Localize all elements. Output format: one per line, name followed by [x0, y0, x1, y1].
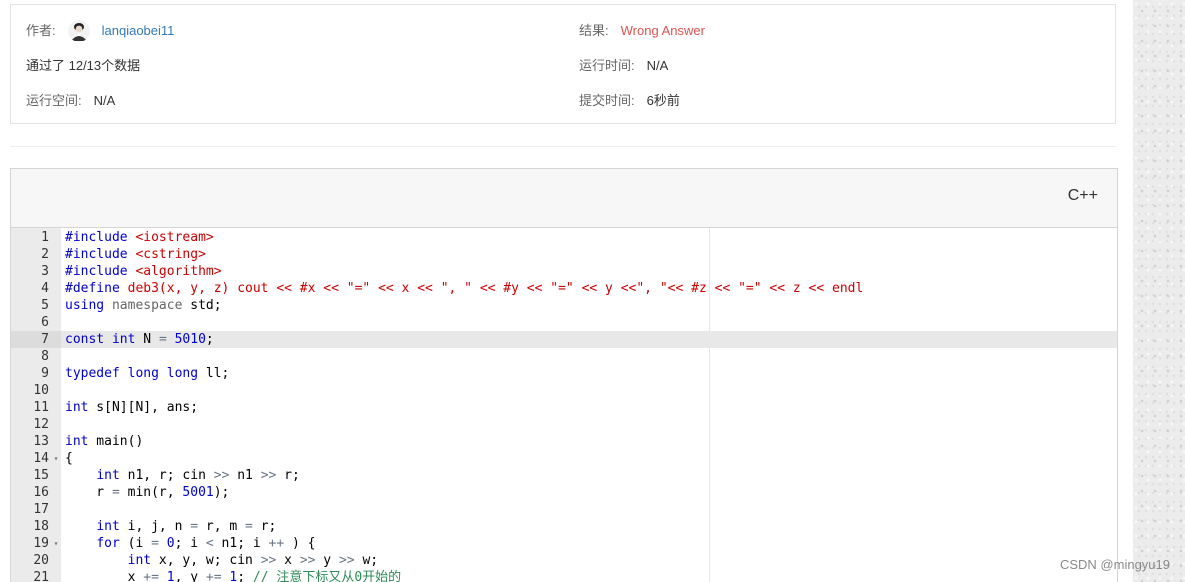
code-line: 5 using namespace std;	[11, 297, 1117, 314]
code-text: {	[65, 451, 73, 466]
submit-time-cell: 提交时间: 6秒前	[579, 89, 680, 113]
submission-info-panel: 作者: lanqiaobei11 结果: Wrong Answer 通过了 12…	[10, 4, 1116, 124]
line-number: 20	[33, 553, 49, 568]
code-text: int i, j, n = r, m = r;	[96, 519, 277, 534]
code-line: 7 const int N = 5010;	[11, 331, 1117, 348]
code-line: 11 int s[N][N], ans;	[11, 399, 1117, 416]
code-line: 3 #include <algorithm>	[11, 263, 1117, 280]
line-number: 8	[41, 349, 49, 364]
line-number: 15	[33, 468, 49, 483]
code-panel-header: C++	[11, 169, 1117, 228]
line-number: 4	[41, 281, 49, 296]
code-line: 9 typedef long long ll;	[11, 365, 1117, 382]
code-text: int n1, r; cin >> n1 >> r;	[96, 468, 300, 483]
line-number: 3	[41, 264, 49, 279]
passed-cell: 通过了 12/13个数据	[26, 54, 140, 78]
memory-value: N/A	[93, 93, 116, 108]
code-editor[interactable]: 1 #include <iostream> 2 #include <cstring> 3…	[11, 228, 1117, 582]
code-text: for (i = 0; i < n1; i ++ ) {	[96, 536, 316, 551]
code-line: 12	[11, 416, 1117, 433]
code-line: 19 ▾ for (i = 0; i < n1; i ++ ) {	[11, 535, 1117, 552]
code-line: 8	[11, 348, 1117, 365]
line-number: 10	[33, 383, 49, 398]
code-line: 10	[11, 382, 1117, 399]
result-status: Wrong Answer	[620, 23, 705, 38]
code-text: int s[N][N], ans;	[65, 400, 199, 415]
result-label: 结果:	[579, 23, 609, 38]
runtime-value: N/A	[646, 58, 669, 73]
line-number: 6	[41, 315, 49, 330]
code-line: 6	[11, 314, 1117, 331]
code-line: 17	[11, 501, 1117, 518]
author-name-link[interactable]: lanqiaobei11	[102, 19, 175, 43]
code-text: using namespace std;	[65, 298, 222, 313]
code-text: int main()	[65, 434, 144, 449]
code-text: int x, y, w; cin >> x >> y >> w;	[127, 553, 379, 568]
code-line: 4 #define deb3(x, y, z) cout << #x << "="…	[11, 280, 1117, 297]
author-cell: 作者: lanqiaobei11	[26, 19, 174, 43]
language-label: C++	[1067, 187, 1098, 204]
code-text: #include <cstring>	[65, 247, 206, 262]
code-lines: 1 #include <iostream> 2 #include <cstring> 3…	[11, 229, 1117, 582]
memory-label: 运行空间:	[26, 93, 82, 108]
line-number: 17	[33, 502, 49, 517]
memory-cell: 运行空间: N/A	[26, 89, 115, 113]
side-background-strip	[1133, 0, 1185, 582]
line-number: 13	[33, 434, 49, 449]
submit-time-label: 提交时间:	[579, 93, 635, 108]
code-text: #include <algorithm>	[65, 264, 222, 279]
code-text: #include <iostream>	[65, 230, 214, 245]
code-line: 2 #include <cstring>	[11, 246, 1117, 263]
code-line: 15 int n1, r; cin >> n1 >> r;	[11, 467, 1117, 484]
submission-page: 作者: lanqiaobei11 结果: Wrong Answer 通过了 12…	[0, 0, 1185, 582]
runtime-cell: 运行时间: N/A	[579, 54, 668, 78]
submit-time-value: 6秒前	[646, 93, 680, 108]
code-panel: C++ 1 #include <iostream> 2 #include <cstri…	[10, 168, 1118, 582]
code-line: 21 x += 1, y += 1; // 注意下标又从0开始的	[11, 569, 1117, 582]
passed-count: 通过了 12/13个数据	[26, 58, 141, 73]
line-number: 5	[41, 298, 49, 313]
info-row-1: 作者: lanqiaobei11 结果: Wrong Answer	[11, 19, 1115, 43]
line-number: 7	[11, 331, 61, 348]
code-line: 16 r = min(r, 5001);	[11, 484, 1117, 501]
fold-arrow-icon[interactable]: ▾	[51, 450, 61, 467]
fold-arrow-icon[interactable]: ▾	[51, 535, 61, 552]
code-line: 1 #include <iostream>	[11, 229, 1117, 246]
line-number: 11	[33, 400, 49, 415]
line-number: 18	[33, 519, 49, 534]
csdn-watermark: CSDN @mingyu19	[1059, 557, 1170, 572]
result-cell: 结果: Wrong Answer	[579, 19, 705, 43]
code-line: 18 int i, j, n = r, m = r;	[11, 518, 1117, 535]
code-text: typedef long long ll;	[65, 366, 230, 381]
info-row-3: 运行空间: N/A 提交时间: 6秒前	[11, 89, 1115, 113]
line-number: 21	[33, 570, 49, 582]
code-text: x += 1, y += 1; // 注意下标又从0开始的	[65, 570, 402, 582]
user-avatar-icon[interactable]	[67, 20, 90, 42]
code-text: r = min(r, 5001);	[65, 485, 230, 500]
line-number: 16	[33, 485, 49, 500]
code-text: const int N = 5010;	[65, 332, 214, 347]
code-line: 13 int main()	[11, 433, 1117, 450]
section-divider	[10, 146, 1116, 147]
author-label: 作者:	[26, 23, 56, 38]
info-row-2: 通过了 12/13个数据 运行时间: N/A	[11, 54, 1115, 78]
line-number: 2	[41, 247, 49, 262]
line-number: 12	[33, 417, 49, 432]
code-text: #define deb3(x, y, z) cout << #x << "=" …	[65, 281, 864, 296]
code-line: 14 ▾{	[11, 450, 1117, 467]
line-number: 1	[41, 230, 49, 245]
line-number: 9	[41, 366, 49, 381]
runtime-label: 运行时间:	[579, 58, 635, 73]
code-line: 20 int x, y, w; cin >> x >> y >> w;	[11, 552, 1117, 569]
